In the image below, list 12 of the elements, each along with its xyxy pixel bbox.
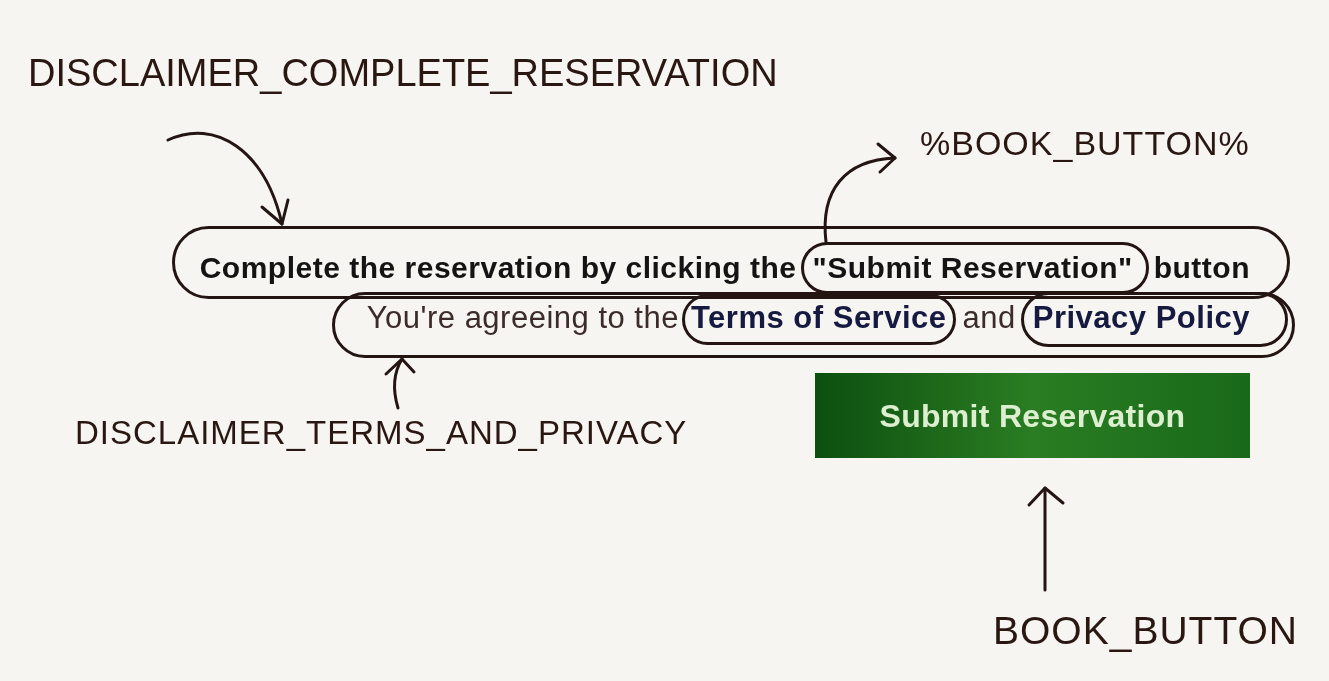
submit-reservation-button[interactable]: Submit Reservation [815,373,1250,458]
handwritten-label: BOOK_BUTTON [993,608,1298,654]
handwritten-label: DISCLAIMER_TERMS_AND_PRIVACY [75,413,688,453]
agreement-text: You're agreeing to the [366,300,679,335]
agreement-text: and [962,300,1016,335]
handwritten-label: DISCLAIMER_COMPLETE_RESERVATION [28,51,778,96]
handwritten-label: %BOOK_BUTTON% [920,123,1250,164]
circled-quote-text: "Submit Reservation" [800,242,1149,294]
instruction-text: button [1153,253,1250,283]
instruction-text: Complete the reservation by clicking the [199,253,797,283]
policy-link[interactable]: Privacy Policy [1032,300,1250,335]
policy-link[interactable]: Terms of Service [690,300,947,335]
